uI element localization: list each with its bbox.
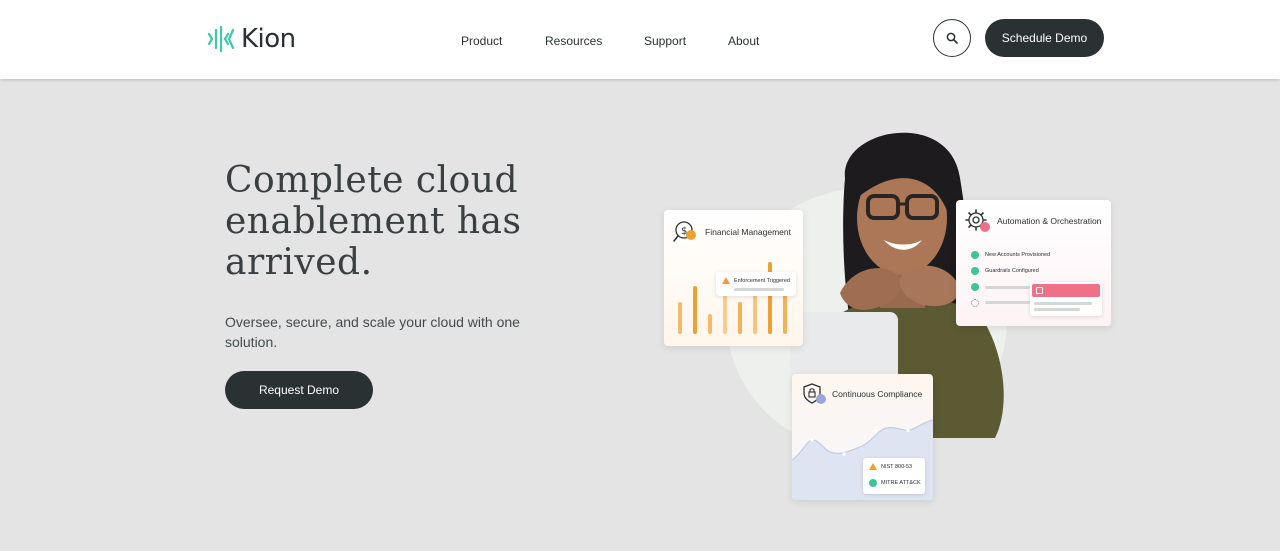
dollar-search-icon: $	[673, 221, 696, 242]
site-header: Kion Product Resources Support About Sch…	[0, 0, 1280, 79]
placeholder-line	[985, 286, 1030, 289]
compliance-frameworks-list: NIST 800-53 MITRE ATT&CK	[863, 458, 925, 494]
check-icon	[971, 267, 979, 275]
nav-about[interactable]: About	[728, 34, 759, 48]
request-demo-button[interactable]: Request Demo	[225, 371, 373, 409]
bar	[738, 302, 742, 334]
compliance-item-1: NIST 800-53	[881, 464, 913, 470]
check-icon	[971, 283, 979, 291]
enforcement-alert-label: Enforcement Triggered	[734, 278, 790, 284]
bar	[783, 290, 787, 334]
bar	[693, 286, 697, 334]
compliance-item-2: MITRE ATT&CK	[881, 480, 921, 486]
compliance-card-title: Continuous Compliance	[832, 389, 923, 399]
check-icon	[869, 479, 877, 487]
search-icon	[946, 32, 958, 44]
hero-title: Complete cloud enablement has arrived.	[225, 160, 522, 283]
search-button[interactable]	[933, 19, 971, 57]
brand-name: Kion	[241, 24, 296, 54]
kion-logo[interactable]: Kion	[207, 24, 296, 54]
hero-subtitle: Oversee, secure, and scale your cloud wi…	[225, 314, 520, 350]
bar	[708, 314, 712, 334]
schedule-demo-button[interactable]: Schedule Demo	[985, 19, 1104, 57]
placeholder-line	[1034, 308, 1080, 311]
warning-icon	[869, 463, 877, 470]
automation-item-1: New Accounts Provisioned	[985, 252, 1051, 258]
kion-logo-icon	[207, 25, 235, 53]
automation-item-2: Guardrails Configured	[985, 268, 1039, 274]
provision-popup	[1030, 282, 1102, 316]
bar	[678, 302, 682, 334]
nav-resources[interactable]: Resources	[545, 34, 602, 48]
financial-management-card: $ Financial Management Enforcement Trigg…	[664, 210, 803, 346]
bar	[753, 294, 757, 334]
placeholder-line	[1034, 302, 1092, 305]
automation-card-title: Automation & Orchestration	[997, 216, 1102, 226]
automation-orchestration-card: Automation & Orchestration New Accounts …	[956, 200, 1111, 326]
continuous-compliance-card: Continuous Compliance NIST 800-53 MITRE …	[792, 374, 933, 500]
check-icon	[971, 251, 979, 259]
bar	[723, 294, 727, 334]
loading-icon	[971, 299, 979, 307]
nav-product[interactable]: Product	[461, 34, 502, 48]
shield-lock-icon	[803, 383, 826, 404]
cube-icon	[1036, 287, 1043, 294]
nav-support[interactable]: Support	[644, 34, 686, 48]
placeholder-line	[734, 288, 784, 291]
gear-icon	[965, 209, 990, 232]
financial-card-title: Financial Management	[705, 227, 791, 237]
placeholder-line	[985, 301, 1030, 304]
enforcement-alert: Enforcement Triggered	[716, 272, 796, 296]
warning-icon	[722, 277, 730, 284]
